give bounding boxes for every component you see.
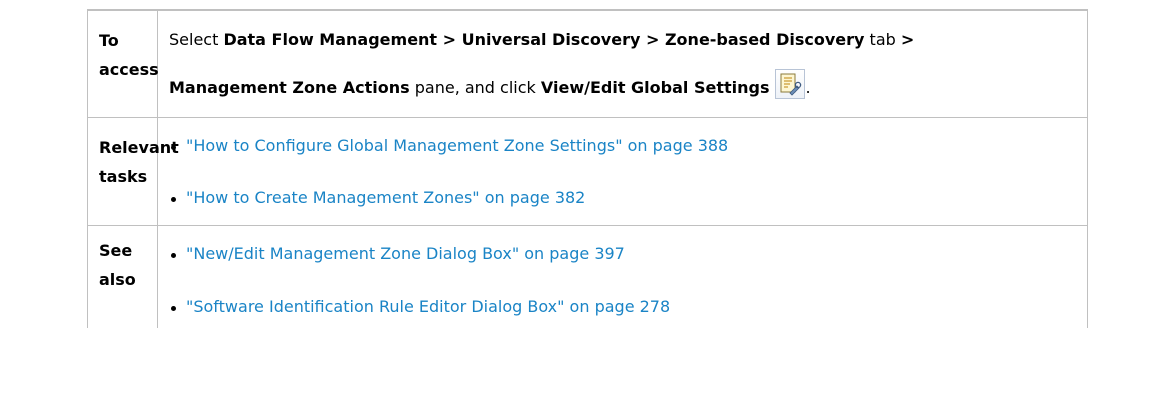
access-button-name: View/Edit Global Settings [540, 78, 770, 97]
see-also-row: See also "New/Edit Management Zone Dialo… [87, 225, 1088, 328]
access-text-1: Select [169, 30, 224, 49]
info-table: To access Select Data Flow Management > … [87, 9, 1088, 328]
see-also-label: See also [87, 225, 158, 328]
to-access-label: To access [87, 9, 159, 118]
access-text-3: pane, and click [409, 78, 541, 97]
relevant-tasks-label: Relevant tasks [87, 117, 179, 226]
list-item: "New/Edit Management Zone Dialog Box" on… [169, 241, 1087, 267]
relevant-tasks-row: Relevant tasks "How to Configure Global … [87, 117, 1088, 226]
link-create-management-zones[interactable]: "How to Create Management Zones" on page… [186, 188, 585, 207]
to-access-content: Select Data Flow Management > Universal … [157, 9, 1088, 118]
access-pane-name: Management Zone Actions [169, 78, 410, 97]
view-edit-global-settings-icon [775, 69, 806, 99]
link-configure-global-settings[interactable]: "How to Configure Global Management Zone… [186, 136, 728, 155]
list-item: "Software Identification Rule Editor Dia… [169, 294, 1087, 320]
see-also-content: "New/Edit Management Zone Dialog Box" on… [157, 225, 1088, 328]
access-menu-path: Data Flow Management > Universal Discove… [223, 30, 865, 49]
link-software-identification-rule-editor[interactable]: "Software Identification Rule Editor Dia… [186, 297, 670, 316]
access-text-2: tab [864, 30, 901, 49]
see-also-list: "New/Edit Management Zone Dialog Box" on… [169, 241, 1087, 320]
access-instruction-line-1: Select Data Flow Management > Universal … [169, 23, 1087, 57]
access-text-4: . [805, 78, 811, 97]
link-new-edit-management-zone-dialog[interactable]: "New/Edit Management Zone Dialog Box" on… [186, 244, 625, 263]
access-instruction-line-2: Management Zone Actions pane, and click … [169, 69, 1087, 105]
to-access-row: To access Select Data Flow Management > … [87, 9, 1088, 118]
list-item: "How to Create Management Zones" on page… [169, 185, 1087, 211]
access-separator: > [900, 30, 915, 49]
relevant-tasks-content: "How to Configure Global Management Zone… [157, 117, 1088, 226]
relevant-tasks-list: "How to Configure Global Management Zone… [169, 133, 1087, 211]
list-item: "How to Configure Global Management Zone… [169, 133, 1087, 159]
